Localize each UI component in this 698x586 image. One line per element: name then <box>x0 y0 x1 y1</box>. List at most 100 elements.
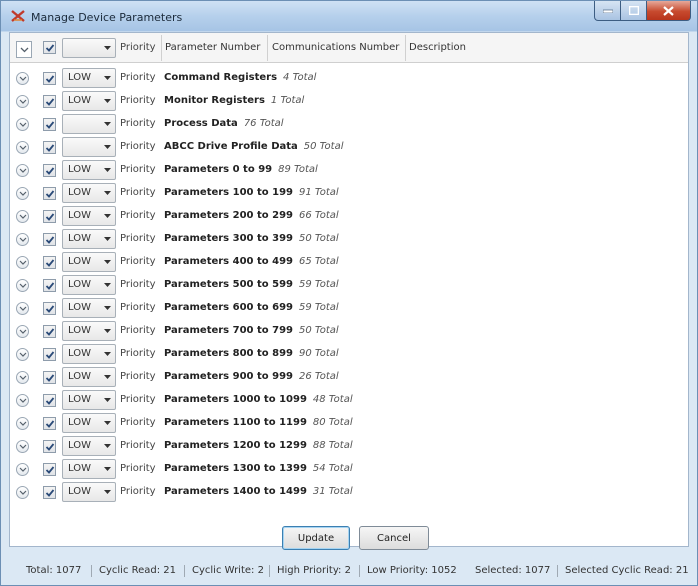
parameter-group-row[interactable]: LOW Priority Parameters 1300 to 1399 54 Tot… <box>10 458 688 481</box>
row-checkbox[interactable] <box>43 210 56 223</box>
row-checkbox[interactable] <box>43 463 56 476</box>
group-title: Parameters 100 to 199 <box>164 187 293 198</box>
row-checkbox[interactable] <box>43 164 56 177</box>
priority-dropdown[interactable] <box>62 114 116 134</box>
parameter-group-row[interactable]: LOW Priority Parameters 600 to 699 59 Total <box>10 297 688 320</box>
priority-dropdown[interactable]: LOW <box>62 413 116 433</box>
priority-dropdown[interactable]: LOW <box>62 344 116 364</box>
expand-all-toggle[interactable] <box>16 41 32 58</box>
parameter-group-row[interactable]: LOW Priority Parameters 1400 to 1499 31 Tot… <box>10 481 688 504</box>
column-divider[interactable] <box>161 35 162 61</box>
row-checkbox[interactable] <box>43 256 56 269</box>
row-checkbox[interactable] <box>43 72 56 85</box>
priority-dropdown[interactable]: LOW <box>62 436 116 456</box>
expand-row-button[interactable] <box>16 187 29 200</box>
parameter-group-row[interactable]: LOW Priority Parameters 0 to 99 89 Total <box>10 159 688 182</box>
expand-row-button[interactable] <box>16 302 29 315</box>
row-checkbox[interactable] <box>43 118 56 131</box>
priority-dropdown[interactable]: LOW <box>62 275 116 295</box>
row-checkbox[interactable] <box>43 486 56 499</box>
priority-all-dropdown[interactable] <box>62 38 116 58</box>
parameter-group-row[interactable]: LOW Priority Parameters 1000 to 1099 48 Tot… <box>10 389 688 412</box>
column-parameter-number[interactable]: Parameter Number <box>165 42 260 53</box>
select-all-checkbox[interactable] <box>43 41 56 54</box>
close-button[interactable] <box>647 1 691 21</box>
row-checkbox[interactable] <box>43 233 56 246</box>
priority-dropdown[interactable]: LOW <box>62 91 116 111</box>
expand-row-button[interactable] <box>16 233 29 246</box>
column-divider[interactable] <box>267 35 268 61</box>
priority-dropdown[interactable]: LOW <box>62 160 116 180</box>
priority-dropdown[interactable]: LOW <box>62 252 116 272</box>
expand-row-button[interactable] <box>16 72 29 85</box>
priority-dropdown[interactable]: LOW <box>62 482 116 502</box>
expand-row-button[interactable] <box>16 141 29 154</box>
expand-row-button[interactable] <box>16 371 29 384</box>
priority-dropdown[interactable] <box>62 137 116 157</box>
priority-dropdown[interactable]: LOW <box>62 298 116 318</box>
update-button[interactable]: Update <box>282 526 350 550</box>
priority-dropdown[interactable]: LOW <box>62 183 116 203</box>
expand-row-button[interactable] <box>16 463 29 476</box>
cancel-button[interactable]: Cancel <box>359 526 429 550</box>
row-checkbox[interactable] <box>43 440 56 453</box>
column-divider[interactable] <box>405 35 406 61</box>
row-checkbox[interactable] <box>43 187 56 200</box>
expand-row-button[interactable] <box>16 164 29 177</box>
expand-row-button[interactable] <box>16 325 29 338</box>
column-description[interactable]: Description <box>409 42 466 53</box>
parameter-group-row[interactable]: Priority Process Data 76 Total <box>10 113 688 136</box>
row-checkbox[interactable] <box>43 279 56 292</box>
row-checkbox[interactable] <box>43 141 56 154</box>
parameter-group-row[interactable]: LOW Priority Parameters 300 to 399 50 Total <box>10 228 688 251</box>
parameter-group-row[interactable]: LOW Priority Parameters 900 to 999 26 Total <box>10 366 688 389</box>
parameter-group-row[interactable]: LOW Priority Parameters 700 to 799 50 Total <box>10 320 688 343</box>
expand-row-button[interactable] <box>16 279 29 292</box>
column-communications-number[interactable]: Communications Number <box>272 42 399 53</box>
parameter-group-row[interactable]: Priority ABCC Drive Profile Data 50 Total <box>10 136 688 159</box>
parameter-group-row[interactable]: LOW Priority Parameters 400 to 499 65 Total <box>10 251 688 274</box>
priority-dropdown[interactable]: LOW <box>62 229 116 249</box>
expand-row-button[interactable] <box>16 486 29 499</box>
parameter-group-row[interactable]: LOW Priority Parameters 1200 to 1299 88 Tot… <box>10 435 688 458</box>
group-name: ABCC Drive Profile Data 50 Total <box>164 141 344 152</box>
parameter-group-row[interactable]: LOW Priority Parameters 100 to 199 91 Total <box>10 182 688 205</box>
expand-row-button[interactable] <box>16 417 29 430</box>
chevron-down-icon <box>19 352 27 357</box>
expand-row-button[interactable] <box>16 118 29 131</box>
dropdown-arrow-icon <box>104 145 111 149</box>
priority-dropdown[interactable]: LOW <box>62 321 116 341</box>
expand-row-button[interactable] <box>16 394 29 407</box>
expand-row-button[interactable] <box>16 95 29 108</box>
priority-dropdown[interactable]: LOW <box>62 390 116 410</box>
dropdown-arrow-icon <box>104 214 111 218</box>
priority-dropdown[interactable]: LOW <box>62 367 116 387</box>
group-title: Parameters 1300 to 1399 <box>164 463 307 474</box>
expand-row-button[interactable] <box>16 210 29 223</box>
minimize-button[interactable] <box>594 1 621 21</box>
priority-dropdown[interactable]: LOW <box>62 68 116 88</box>
expand-row-button[interactable] <box>16 348 29 361</box>
row-checkbox[interactable] <box>43 417 56 430</box>
row-checkbox[interactable] <box>43 302 56 315</box>
parameter-group-row[interactable]: LOW Priority Parameters 500 to 599 59 Total <box>10 274 688 297</box>
priority-dropdown[interactable]: LOW <box>62 459 116 479</box>
maximize-button[interactable] <box>621 1 647 21</box>
row-checkbox[interactable] <box>43 371 56 384</box>
row-checkbox[interactable] <box>43 325 56 338</box>
row-checkbox[interactable] <box>43 95 56 108</box>
parameter-group-row[interactable]: LOW Priority Command Registers 4 Total <box>10 67 688 90</box>
parameter-group-row[interactable]: LOW Priority Parameters 200 to 299 66 Total <box>10 205 688 228</box>
group-title: Parameters 1400 to 1499 <box>164 486 307 497</box>
expand-row-button[interactable] <box>16 440 29 453</box>
expand-row-button[interactable] <box>16 256 29 269</box>
row-checkbox[interactable] <box>43 394 56 407</box>
title-bar[interactable]: Manage Device Parameters <box>1 1 697 31</box>
group-total: 88 Total <box>312 440 353 451</box>
parameter-group-row[interactable]: LOW Priority Parameters 1100 to 1199 80 Tot… <box>10 412 688 435</box>
priority-dropdown[interactable]: LOW <box>62 206 116 226</box>
parameter-group-row[interactable]: LOW Priority Monitor Registers 1 Total <box>10 90 688 113</box>
row-checkbox[interactable] <box>43 348 56 361</box>
parameter-group-row[interactable]: LOW Priority Parameters 800 to 899 90 Total <box>10 343 688 366</box>
status-divider <box>359 565 360 577</box>
